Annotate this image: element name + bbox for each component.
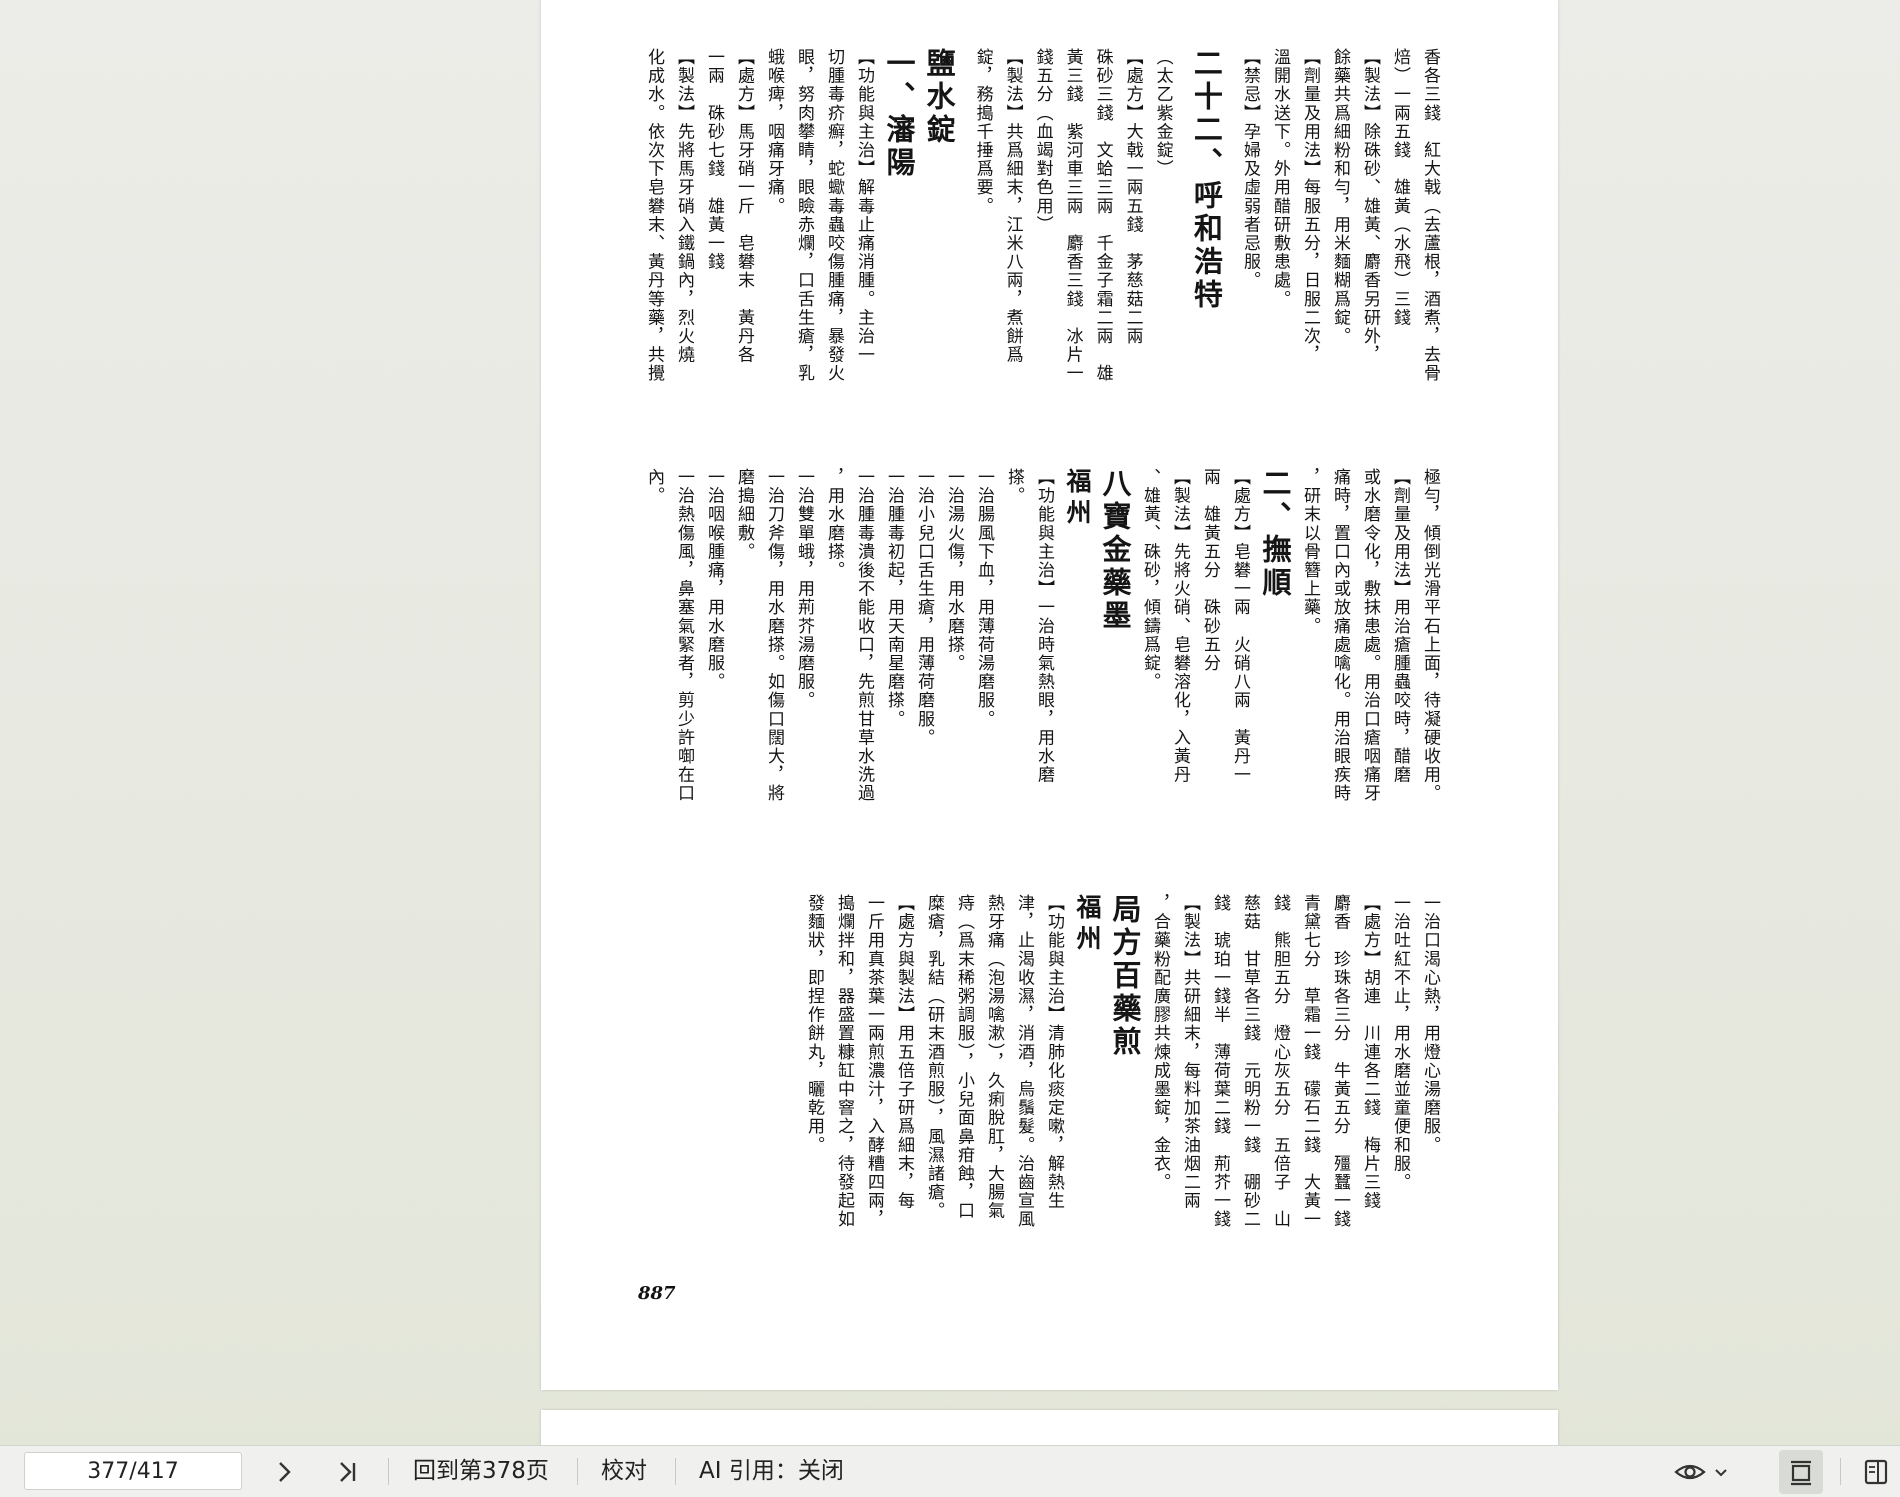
section-heading: 二十二、呼和浩特	[1189, 48, 1224, 312]
text-column: 一治熱傷風，鼻塞氣緊者，剪少許啣在口	[674, 468, 694, 803]
page-number: 887	[638, 1283, 676, 1304]
text-column: 【製法】先將火硝、皂礬溶化，入黃丹	[1170, 468, 1190, 785]
text-column: 餘藥共爲細粉和勻，用米麵糊爲錠。	[1330, 48, 1350, 346]
text-column: 麝香 珍珠各三分 牛黃五分 殭蠶一錢	[1330, 894, 1350, 1229]
text-column: 【劑量及用法】用治瘡腫蟲咬時，醋磨	[1390, 468, 1410, 785]
text-band-bottom: 一治口渴心熱，用燈心湯磨服。 一治吐紅不止，用水磨並童便和服。 【處方】胡連 川連各…	[804, 894, 1445, 1229]
text-column: 發麵狀，即捏作餅丸，曬乾用。	[804, 894, 824, 1155]
text-column: 錠，務搗千捶爲要。	[972, 48, 993, 216]
section-heading: 二、撫順	[1258, 468, 1292, 600]
text-column: 痔（爲末稀粥調服），小兒面鼻疳蝕，口	[954, 894, 974, 1221]
skip-to-last-icon[interactable]	[330, 1454, 366, 1490]
chevron-down-icon[interactable]	[1710, 1454, 1732, 1490]
text-column: 搗爛拌和，器盛置糠缸中窨之，待發起如	[834, 894, 854, 1229]
text-column: 磨搗細敷。	[734, 468, 754, 561]
text-column: 化成水。依次下皂礬末、黃丹等藥，共攪	[643, 48, 664, 383]
page-number-input[interactable]: 377/417	[24, 1452, 242, 1490]
text-column: 【處方】皂礬一兩 火硝八兩 黃丹一	[1230, 468, 1250, 785]
back-to-page-button[interactable]: 回到第378页	[413, 1446, 549, 1497]
text-column: 眼，努肉攀睛，眼瞼赤爛，口舌生瘡，乳	[793, 48, 814, 383]
side-panel-icon[interactable]	[1858, 1454, 1894, 1490]
text-column: 一治腫毒初起，用天南星磨搽。	[884, 468, 904, 729]
text-column: 內。	[644, 468, 664, 506]
text-column: 【製法】先將馬牙硝入鐵鍋內，烈火燒	[673, 48, 694, 365]
section-heading: 八寶金藥墨	[1098, 468, 1132, 633]
text-column: 一治咽喉腫痛，用水磨服。	[704, 468, 724, 692]
text-column: 極勻，傾倒光滑平石上面，待凝硬收用。	[1420, 468, 1440, 803]
text-column: 【處方】大戟一兩五錢 茅慈菇二兩	[1122, 48, 1143, 346]
text-column: ，研末以骨簪上藥。	[1300, 468, 1320, 636]
text-band-middle: 極勻，傾倒光滑平石上面，待凝硬收用。 【劑量及用法】用治瘡腫蟲咬時，醋磨 或水磨令化…	[639, 468, 1445, 803]
text-column: 【製法】除硃砂、雄黃、麝香另研外，	[1360, 48, 1380, 365]
text-column: 【處方】馬牙硝一斤 皂礬末 黃丹各	[733, 48, 754, 365]
proofread-button[interactable]: 校对	[601, 1446, 647, 1497]
text-column: 津，止渴收濕，消酒，烏鬚髮。治齒宣風	[1014, 894, 1034, 1229]
section-heading: 一、瀋陽	[881, 48, 916, 180]
text-column: 【禁忌】孕婦及虛弱者忌服。	[1240, 48, 1260, 290]
text-column: 蛾喉痺，咽痛牙痛。	[763, 48, 784, 216]
text-column: 【劑量及用法】每服五分，日服二次，	[1300, 48, 1320, 365]
text-column: 【處方】胡連 川連各二錢 梅片三錢	[1360, 894, 1380, 1211]
text-column: 溫開水送下。外用醋研敷患處。	[1270, 48, 1290, 309]
place-heading: 福州	[1063, 468, 1092, 530]
text-column: 錢 熊胆五分 燈心灰五分 五倍子 山	[1270, 894, 1290, 1229]
text-column: 痛時，置口內或放痛處噙化。用治眼疾時	[1330, 468, 1350, 803]
text-column: 硃砂三錢 文蛤三兩 千金子霜二兩 雄	[1092, 48, 1113, 383]
text-column: ，用水磨搽。	[824, 468, 844, 580]
toolbar-separator	[577, 1458, 578, 1485]
text-column: 錢 琥珀一錢半 薄荷葉二錢 荊芥一錢	[1210, 894, 1230, 1229]
document-viewer[interactable]: 香各三錢 紅大戟（去蘆根，酒煮，去骨 焙）一兩五錢 雄黃（水飛）三錢 【製法】除硃砂…	[0, 0, 1900, 1445]
toolbar-separator	[388, 1458, 389, 1485]
text-column: 黃三錢 紫河車三兩 麝香三錢 冰片一	[1062, 48, 1083, 383]
text-column: 【功能與主治】清肺化痰定嗽，解熱生	[1044, 894, 1064, 1211]
text-column: 或水磨令化，敷抹患處。用治口瘡咽痛牙	[1360, 468, 1380, 803]
text-band-top: 香各三錢 紅大戟（去蘆根，酒煮，去骨 焙）一兩五錢 雄黃（水飛）三錢 【製法】除硃砂…	[639, 48, 1445, 383]
section-heading: 局方百藥煎	[1108, 894, 1142, 1059]
eye-icon[interactable]	[1672, 1454, 1708, 1490]
text-column: 切腫毒疥癬，蛇蠍毒蟲咬傷腫痛，暴發火	[823, 48, 844, 383]
next-page-preview	[541, 1410, 1558, 1445]
text-column: 香各三錢 紅大戟（去蘆根，酒煮，去骨	[1420, 48, 1440, 383]
text-column: 一治刀斧傷，用水磨搽。如傷口闊大，將	[764, 468, 784, 803]
text-column: 【製法】共研細末，每料加茶油烟二兩	[1180, 894, 1200, 1211]
text-column: 一治腸風下血，用薄荷湯磨服。	[974, 468, 994, 729]
text-column: 一治腫毒潰後不能收口，先煎甘草水洗過	[854, 468, 874, 803]
bottom-toolbar: 377/417 回到第378页 校对 AI 引用：关闭	[0, 1445, 1900, 1497]
text-column: ，合藥粉配廣膠共煉成墨錠，金衣。	[1150, 894, 1170, 1192]
text-column: 焙）一兩五錢 雄黃（水飛）三錢	[1390, 48, 1410, 327]
text-column: 【處方與製法】用五倍子研爲細末，每	[894, 894, 914, 1211]
section-heading: 鹽水錠	[921, 48, 956, 147]
text-column: 一治雙單蛾，用荊芥湯磨服。	[794, 468, 814, 710]
text-column: 、雄黃、硃砂，傾鑄爲錠。	[1140, 468, 1160, 692]
text-column: 一治吐紅不止，用水磨並童便和服。	[1390, 894, 1410, 1192]
ai-citation-toggle[interactable]: AI 引用：关闭	[699, 1446, 844, 1497]
toolbar-separator	[675, 1458, 676, 1485]
text-column: 一兩 硃砂七錢 雄黃一錢	[703, 48, 724, 272]
toolbar-separator	[1840, 1458, 1841, 1485]
text-column: 【功能與主治】一治時氣熱眼，用水磨	[1034, 468, 1054, 785]
place-heading: 福州	[1073, 894, 1102, 956]
text-column: 一斤用真茶葉一兩煎濃汁，入酵糟四兩，	[864, 894, 884, 1229]
text-column: 一治湯火傷，用水磨搽。	[944, 468, 964, 673]
text-column: 搽。	[1004, 468, 1024, 506]
single-page-layout-icon[interactable]	[1779, 1450, 1823, 1494]
chevron-right-icon[interactable]	[266, 1454, 302, 1490]
text-column: 青黛七分 草霜一錢 礞石二錢 大黃一	[1300, 894, 1320, 1229]
sub-heading: （太乙紫金錠）	[1152, 48, 1173, 179]
text-column: 錢五分（血竭對色用）	[1032, 48, 1053, 234]
text-column: 兩 雄黃五分 硃砂五分	[1200, 468, 1220, 673]
text-column: 一治小兒口舌生瘡，用薄荷磨服。	[914, 468, 934, 747]
text-column: 慈菇 甘草各三錢 元明粉一錢 硼砂二	[1240, 894, 1260, 1229]
text-column: 熱牙痛（泡湯噙漱），久痢脫肛，大腸氣	[984, 894, 1004, 1221]
document-page: 香各三錢 紅大戟（去蘆根，酒煮，去骨 焙）一兩五錢 雄黃（水飛）三錢 【製法】除硃砂…	[541, 0, 1558, 1390]
text-column: 【製法】共爲細末，江米八兩，煮餅爲	[1002, 48, 1023, 365]
text-column: 【功能與主治】解毒止痛消腫。主治一	[853, 48, 874, 365]
text-column: 糜瘡，乳結（研末酒煎服），風濕諸瘡。	[924, 894, 944, 1221]
text-column: 一治口渴心熱，用燈心湯磨服。	[1420, 894, 1440, 1155]
